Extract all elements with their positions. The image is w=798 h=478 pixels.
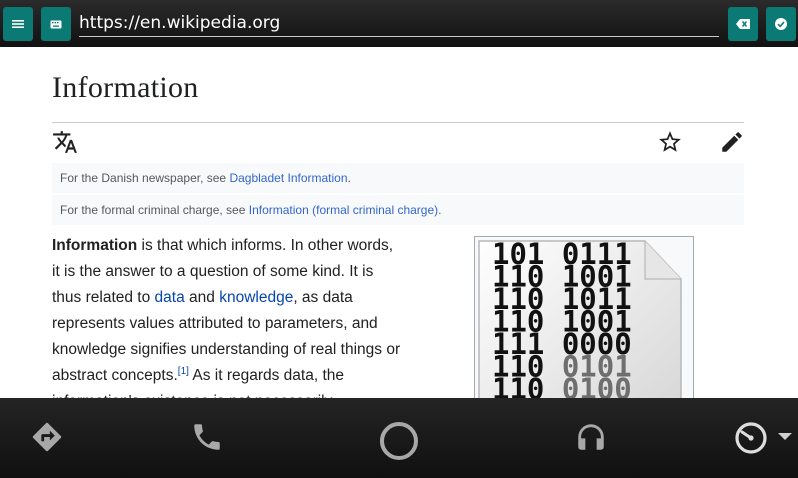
lead-term: Information [52, 237, 138, 254]
hatnote-newspaper: For the Danish newspaper, see Dagbladet … [52, 163, 744, 193]
clear-url-button[interactable] [728, 7, 758, 41]
page-title: Information [52, 71, 199, 104]
dropdown-arrow-icon[interactable] [777, 432, 793, 442]
hatnote-text: For the Danish newspaper, see [60, 171, 230, 185]
reference-link[interactable]: [1] [178, 366, 189, 377]
hatnote-criminal-charge: For the formal criminal charge, see Info… [52, 195, 744, 225]
page-actions-toolbar [52, 122, 744, 164]
web-page: Information For the Danish newspaper, se… [0, 47, 798, 438]
hatnote-suffix: . [438, 203, 442, 217]
translate-icon[interactable] [52, 129, 78, 160]
keyboard-button[interactable] [41, 7, 71, 41]
check-circle-icon [775, 18, 787, 30]
phone-icon[interactable] [190, 420, 224, 454]
pencil-icon[interactable] [719, 129, 745, 160]
directions-icon[interactable] [30, 420, 64, 454]
go-button[interactable] [766, 7, 796, 41]
star-icon[interactable] [657, 129, 683, 160]
hatnote-link-newspaper[interactable]: Dagbladet Information [229, 171, 347, 185]
url-input[interactable]: https://en.wikipedia.org [79, 10, 719, 37]
menu-icon [12, 19, 24, 29]
system-nav-bar [0, 398, 798, 478]
headphones-icon[interactable] [574, 420, 608, 454]
keyboard-icon [50, 20, 62, 29]
hatnote-link-criminal-charge[interactable]: Information (formal criminal charge) [249, 203, 438, 217]
url-text: https://en.wikipedia.org [79, 13, 281, 33]
article-paragraph: Information is that which informs. In ot… [52, 233, 402, 415]
link-data[interactable]: data [155, 289, 185, 306]
backspace-icon [736, 19, 750, 29]
hatnote-text: For the formal criminal charge, see [60, 203, 249, 217]
link-knowledge[interactable]: knowledge [219, 289, 293, 306]
hatnote-suffix: . [347, 171, 351, 185]
browser-toolbar: https://en.wikipedia.org [0, 0, 798, 47]
speedometer-icon[interactable] [733, 420, 769, 456]
menu-button[interactable] [3, 7, 33, 41]
paragraph-text: and [184, 289, 220, 306]
home-circle-icon[interactable] [378, 420, 420, 462]
